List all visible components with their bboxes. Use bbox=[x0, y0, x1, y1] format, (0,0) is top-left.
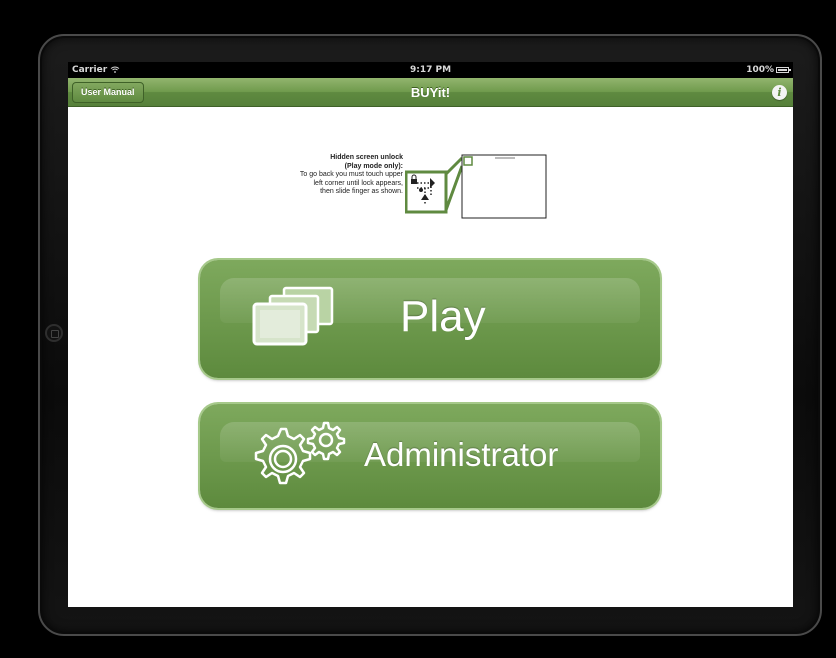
battery-status: 100% bbox=[746, 65, 791, 75]
hint-title: Hidden screen unlock bbox=[330, 154, 403, 161]
page-title: BUYit! bbox=[410, 85, 451, 100]
play-button[interactable]: Play bbox=[200, 260, 660, 378]
play-label: Play bbox=[400, 292, 486, 341]
administrator-button[interactable]: Administrator bbox=[200, 404, 660, 508]
clock: 9:17 PM bbox=[409, 65, 452, 75]
info-icon[interactable]: i bbox=[772, 85, 787, 100]
status-bar: Carrier 9:17 PM 100% bbox=[68, 62, 793, 78]
hint-subtitle: (Play mode only): bbox=[344, 162, 403, 170]
gears-icon bbox=[254, 421, 346, 485]
battery-percent: 100% bbox=[746, 65, 774, 75]
hint-body: To go back you must touch upper left cor… bbox=[299, 171, 403, 195]
battery-icon bbox=[776, 67, 791, 73]
navigation-bar: BUYit! User Manual i bbox=[68, 78, 793, 107]
user-manual-button[interactable]: User Manual bbox=[72, 82, 144, 103]
home-button[interactable] bbox=[45, 324, 63, 342]
screen: Carrier 9:17 PM 100% BUYit! User Manual … bbox=[68, 62, 793, 607]
unlock-diagram-icon bbox=[405, 154, 547, 219]
unlock-hint-text: Hidden screen unlock (Play mode only): T… bbox=[298, 154, 403, 197]
windows-icon bbox=[252, 286, 334, 346]
administrator-label: Administrator bbox=[364, 436, 559, 473]
